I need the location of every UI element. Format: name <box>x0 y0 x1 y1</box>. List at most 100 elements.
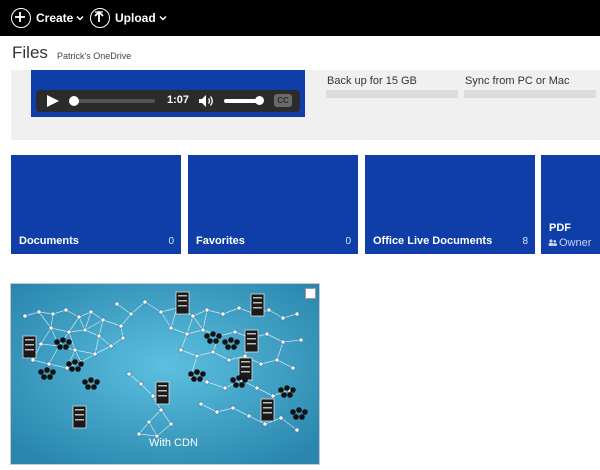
network-node <box>22 313 28 319</box>
folder-name: PDF <box>549 222 571 234</box>
server-icon <box>175 291 190 315</box>
network-node <box>168 325 174 331</box>
network-node <box>126 371 132 377</box>
network-node <box>46 361 52 367</box>
network-node <box>146 419 152 425</box>
network-node <box>274 357 280 363</box>
network-node <box>242 353 248 359</box>
network-node <box>96 333 102 339</box>
network-node <box>138 381 144 387</box>
network-node <box>50 311 56 317</box>
network-node <box>48 325 54 331</box>
network-node <box>270 393 276 399</box>
server-icon <box>155 381 170 405</box>
play-icon[interactable] <box>47 95 59 107</box>
upload-button[interactable]: Upload <box>90 0 167 36</box>
network-node <box>280 339 286 345</box>
server-icon <box>244 329 259 353</box>
network-node <box>150 393 156 399</box>
image-caption: With CDN <box>149 437 198 449</box>
folder-tile-documents[interactable]: Documents 0 <box>11 155 181 254</box>
network-node <box>298 337 304 343</box>
network-node <box>36 309 42 315</box>
folder-count: 0 <box>345 236 351 247</box>
network-node <box>114 301 120 307</box>
server-icon <box>250 293 265 317</box>
volume-icon[interactable] <box>198 94 216 108</box>
page-title: Files <box>12 43 48 62</box>
network-node <box>190 313 196 319</box>
sync-offer-label[interactable]: Sync from PC or Mac <box>465 75 570 87</box>
network-node <box>178 347 184 353</box>
network-node <box>262 421 268 427</box>
network-node <box>204 379 210 385</box>
network-node <box>92 351 98 357</box>
network-node <box>76 314 82 320</box>
network-node <box>120 335 126 341</box>
network-node <box>88 309 94 315</box>
network-node <box>204 307 210 313</box>
command-bar: Create Upload <box>0 0 600 36</box>
network-node <box>38 341 44 347</box>
image-file-tile[interactable]: With CDN <box>10 283 320 465</box>
network-node <box>118 323 124 329</box>
closed-captions-button[interactable]: CC <box>274 94 292 107</box>
network-node <box>128 311 134 317</box>
sharing-label: Owner <box>559 237 592 249</box>
network-node <box>158 309 164 315</box>
folder-tile-office-live-documents[interactable]: Office Live Documents 8 <box>365 155 535 254</box>
network-node <box>72 347 78 353</box>
network-node <box>200 327 206 333</box>
breadcrumb[interactable]: Patrick's OneDrive <box>57 51 131 61</box>
network-node <box>210 349 216 355</box>
volume-handle[interactable] <box>255 96 264 105</box>
network-node <box>220 311 226 317</box>
network-node <box>214 409 220 415</box>
network-node <box>100 317 106 323</box>
network-node <box>278 415 284 421</box>
server-icon <box>260 398 275 422</box>
video-player-controls: 1:07 CC <box>36 90 300 112</box>
network-node <box>184 331 190 337</box>
network-node <box>258 361 264 367</box>
network-node <box>236 305 242 311</box>
seek-bar[interactable] <box>71 99 155 103</box>
network-node <box>63 307 69 313</box>
folder-tile-pdf[interactable]: PDF Owner <box>541 155 600 254</box>
network-node <box>66 329 72 335</box>
network-node <box>226 357 232 363</box>
network-node <box>280 315 286 321</box>
upload-icon <box>90 8 110 28</box>
folder-tile-favorites[interactable]: Favorites 0 <box>188 155 358 254</box>
network-node <box>168 421 174 427</box>
video-time: 1:07 <box>167 94 190 106</box>
network-node <box>136 431 142 437</box>
network-node <box>290 365 296 371</box>
network-node <box>264 331 270 337</box>
upload-label: Upload <box>115 11 156 25</box>
network-node <box>82 327 88 333</box>
network-node <box>254 385 260 391</box>
network-node <box>142 299 148 305</box>
create-button[interactable]: Create <box>11 0 84 36</box>
network-node <box>232 329 238 335</box>
seek-handle[interactable] <box>69 96 79 106</box>
sharing-status: Owner <box>548 237 591 249</box>
plus-icon <box>11 8 31 28</box>
backup-offer-bar <box>326 90 458 98</box>
select-checkbox[interactable] <box>305 288 316 299</box>
network-node <box>294 427 300 433</box>
network-node <box>294 311 300 317</box>
backup-offer-label[interactable]: Back up for 15 GB <box>327 75 417 87</box>
server-icon <box>22 335 37 359</box>
folder-name: Favorites <box>196 235 245 247</box>
server-icon <box>72 405 87 429</box>
create-label: Create <box>36 11 74 25</box>
folder-name: Documents <box>19 235 79 247</box>
folder-count: 8 <box>522 236 528 247</box>
folder-count: 0 <box>168 236 174 247</box>
network-node <box>194 353 200 359</box>
network-node <box>108 343 114 349</box>
network-node <box>30 357 36 363</box>
chevron-down-icon <box>159 15 167 21</box>
